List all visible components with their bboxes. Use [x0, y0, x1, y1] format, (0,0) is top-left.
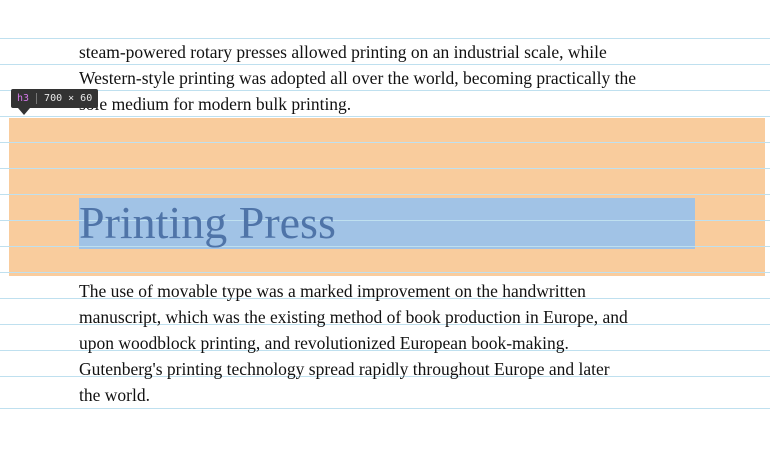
tooltip-pointer-icon	[18, 108, 30, 115]
paragraph-line: Western-style printing was adopted all o…	[79, 68, 636, 88]
paragraph-line: The use of movable type was a marked imp…	[79, 281, 586, 301]
tooltip-separator	[36, 93, 38, 104]
paragraph-line: Gutenberg's printing technology spread r…	[79, 359, 610, 379]
paragraph-line: the world.	[79, 385, 150, 405]
section-heading[interactable]: Printing Press	[79, 194, 336, 252]
paragraph-line: manuscript, which was the existing metho…	[79, 307, 628, 327]
baseline-grid-line	[0, 142, 770, 143]
paragraph-line: upon woodblock printing, and revolutioni…	[79, 333, 569, 353]
tooltip-tag-name: h3	[17, 93, 30, 104]
paragraph-line: sole medium for modern bulk printing.	[79, 94, 352, 114]
inspector-tooltip: h3 700 × 60	[11, 89, 99, 108]
paragraph-line: steam-powered rotary presses allowed pri…	[79, 42, 607, 62]
article-paragraph-bottom: The use of movable type was a marked imp…	[79, 278, 628, 408]
tooltip-dimensions: 700 × 60	[44, 93, 93, 104]
baseline-grid-line	[0, 168, 770, 169]
baseline-grid-line	[0, 272, 770, 273]
article-paragraph-top: steam-powered rotary presses allowed pri…	[79, 39, 636, 117]
baseline-grid-line	[0, 408, 770, 409]
